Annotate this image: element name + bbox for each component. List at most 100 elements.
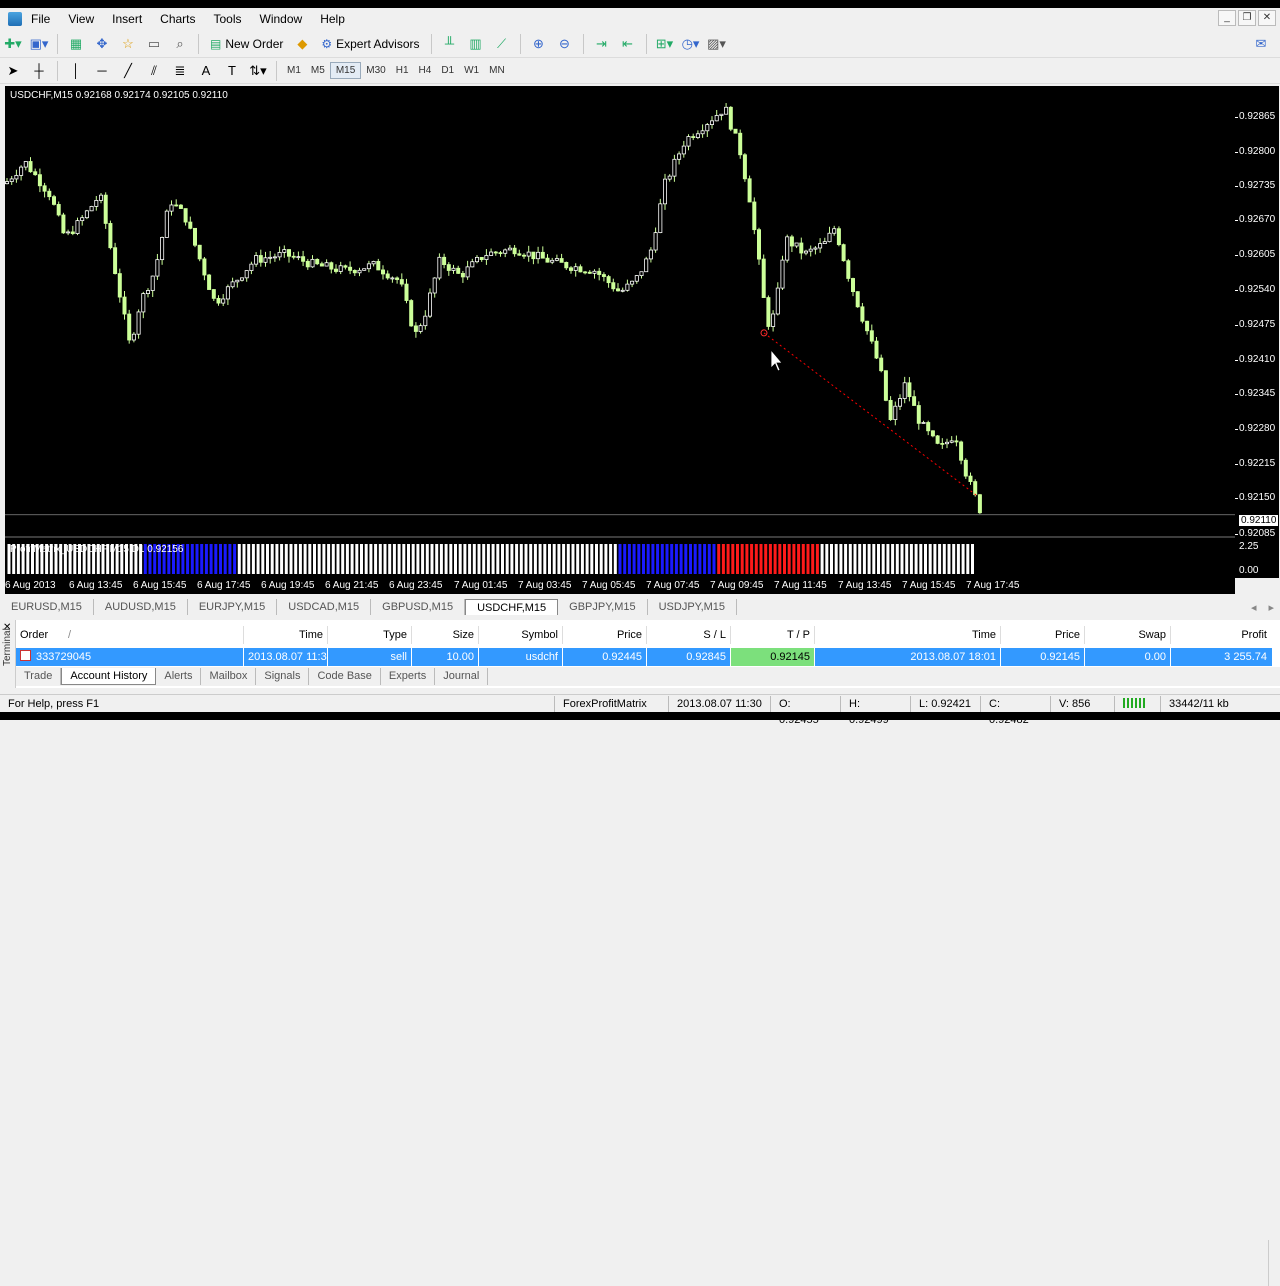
market-watch-icon[interactable]: ▦ [65,33,87,55]
col-time[interactable]: Time [244,626,328,644]
tab-scroll-left-icon[interactable]: ◂ [1245,601,1263,614]
auto-scroll-icon[interactable]: ⇥ [591,33,613,55]
indicator-bar [195,544,199,574]
tab-account-history[interactable]: Account History [61,668,157,685]
zoom-in-icon[interactable]: ⊕ [528,33,550,55]
tab-mailbox[interactable]: Mailbox [201,668,257,685]
close-icon[interactable]: ✕ [1258,10,1276,26]
navigator-icon[interactable]: ✥ [91,33,113,55]
timeframe-d1[interactable]: D1 [436,63,459,78]
menu-tools[interactable]: Tools [205,12,251,26]
chat-icon[interactable]: ✉ [1250,33,1272,55]
tab-alerts[interactable]: Alerts [156,668,202,685]
col-tp[interactable]: T / P [731,626,815,644]
candle-body [442,256,447,266]
col-order[interactable]: Order [16,626,64,644]
tab-journal[interactable]: Journal [435,668,489,685]
status-profile[interactable]: ForexProfitMatrix [554,695,668,712]
periods-icon[interactable]: ◷▾ [680,33,702,55]
terminal-icon[interactable]: ▭ [143,33,165,55]
metaeditor-icon[interactable]: ◆ [291,33,313,55]
chart-tab-audusd[interactable]: AUDUSD,M15 [94,599,188,615]
menu-help[interactable]: Help [311,12,354,26]
channel-icon[interactable]: ⫽ [143,60,165,82]
expert-advisors-button[interactable]: ⚙ Expert Advisors [317,33,423,55]
chart-tab-usdjpy[interactable]: USDJPY,M15 [648,599,738,615]
minimize-icon[interactable]: _ [1218,10,1236,26]
col-price[interactable]: Price [563,626,647,644]
price-chart[interactable] [4,86,1235,592]
candlestick-chart[interactable] [4,86,1235,592]
tab-code-base[interactable]: Code Base [309,668,381,685]
timeframe-h1[interactable]: H1 [391,63,414,78]
cell-profit: 3 255.74 [1224,651,1267,663]
menu-view[interactable]: View [59,12,103,26]
col-size[interactable]: Size [412,626,479,644]
timeframe-w1[interactable]: W1 [459,63,484,78]
cursor-icon[interactable]: ➤ [2,60,24,82]
col-symbol[interactable]: Symbol [479,626,563,644]
menu-file[interactable]: File [22,12,59,26]
candle-body [757,229,762,260]
mouse-cursor-icon [770,348,783,372]
cell-swap: 0.00 [1085,648,1171,666]
templates-icon[interactable]: ▨▾ [706,33,728,55]
restore-icon[interactable]: ❐ [1238,10,1256,26]
top-black-bar [0,0,1280,8]
candle-body [446,264,451,271]
indicator-bar [336,544,340,574]
fibonacci-icon[interactable]: ≣ [169,60,191,82]
timeframe-m30[interactable]: M30 [361,63,390,78]
indicators-icon[interactable]: ⊞▾ [654,33,676,55]
chart-tab-eurusd[interactable]: EURUSD,M15 [0,599,94,615]
tab-scroll-right-icon[interactable]: ▸ [1262,601,1280,614]
timeframe-h4[interactable]: H4 [414,63,437,78]
text-icon[interactable]: A [195,60,217,82]
col-swap[interactable]: Swap [1085,626,1171,644]
app-icon[interactable] [8,12,22,26]
timeframe-m5[interactable]: M5 [306,63,330,78]
candle-body [395,277,400,280]
col-close-price[interactable]: Price [1001,626,1085,644]
zoom-out-icon[interactable]: ⊖ [554,33,576,55]
chart-tab-usdcad[interactable]: USDCAD,M15 [277,599,372,615]
horizontal-line-icon[interactable]: ─ [91,60,113,82]
timeframe-m1[interactable]: M1 [282,63,306,78]
menu-insert[interactable]: Insert [103,12,151,26]
table-row[interactable]: 333729045 2013.08.07 11:35 sell 10.00 us… [16,648,1272,666]
new-order-button[interactable]: ▤ New Order [206,33,287,55]
tab-experts[interactable]: Experts [381,668,436,685]
trendline-icon[interactable]: ╱ [117,60,139,82]
col-profit[interactable]: Profit [1171,626,1271,644]
arrows-icon[interactable]: ⇅▾ [247,60,269,82]
profiles-icon[interactable]: ▣▾ [28,33,50,55]
candle-body [771,313,776,327]
terminal-scrollbar[interactable] [1268,1240,1280,1286]
chart-tab-gbpjpy[interactable]: GBPJPY,M15 [558,599,648,615]
favorites-icon[interactable]: ☆ [117,33,139,55]
chart-tab-gbpusd[interactable]: GBPUSD,M15 [371,599,466,615]
strategy-tester-icon[interactable]: ⌕ [169,33,191,55]
tab-trade[interactable]: Trade [16,668,62,685]
col-close-time[interactable]: Time [815,626,1001,644]
vertical-line-icon[interactable]: │ [65,60,87,82]
bar-chart-icon[interactable]: ╨ [439,33,461,55]
chart-shift-icon[interactable]: ⇤ [617,33,639,55]
crosshair-icon[interactable]: ┼ [28,60,50,82]
timeframe-mn[interactable]: MN [484,63,510,78]
candle-body [775,287,780,315]
candlestick-icon[interactable]: ▥ [465,33,487,55]
price-axis[interactable]: 0.92865 0.92800 0.92735 0.92670 0.92605 … [1234,86,1279,578]
menu-window[interactable]: Window [251,12,312,26]
menu-charts[interactable]: Charts [151,12,204,26]
timeframe-m15[interactable]: M15 [329,62,362,79]
text-label-icon[interactable]: T [221,60,243,82]
chart-tab-usdchf[interactable]: USDCHF,M15 [465,599,559,615]
tab-signals[interactable]: Signals [256,668,310,685]
col-sl[interactable]: S / L [647,626,731,644]
chart-tab-eurjpy[interactable]: EURJPY,M15 [188,599,278,615]
col-type[interactable]: Type [328,626,412,644]
candle-body [540,251,545,259]
new-chart-icon[interactable]: ✚▾ [2,33,24,55]
line-chart-icon[interactable]: ⟋ [491,33,513,55]
